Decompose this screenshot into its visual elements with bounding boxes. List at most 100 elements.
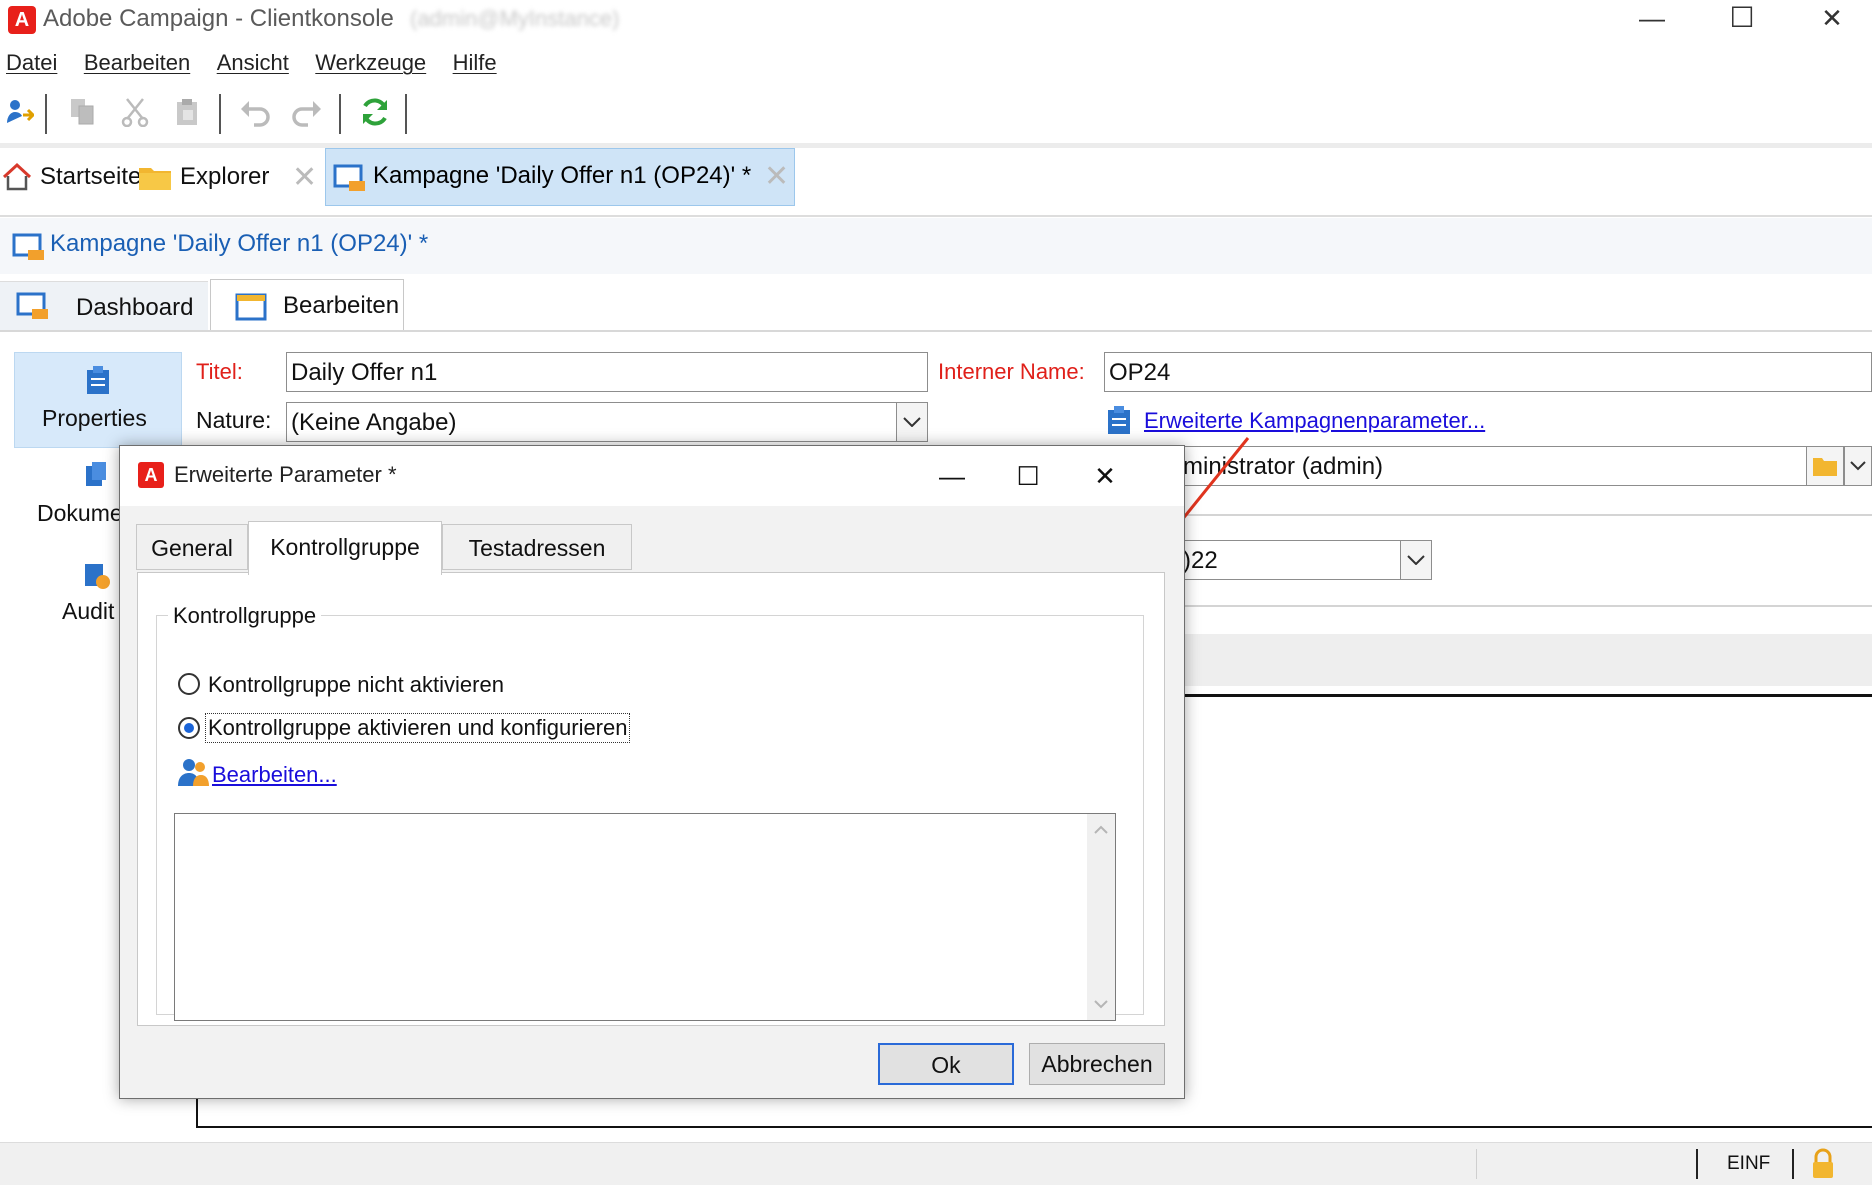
ok-button[interactable]: Ok	[878, 1043, 1014, 1085]
folder-icon[interactable]	[1806, 446, 1844, 486]
document-icon	[86, 462, 106, 486]
edit-form-icon	[235, 293, 267, 321]
close-campaign-tab-icon[interactable]: ✕	[764, 159, 789, 194]
nav-label-audit[interactable]: Audit	[62, 598, 114, 625]
dashboard-icon	[16, 292, 48, 319]
divider	[1178, 514, 1872, 516]
nav-audit[interactable]	[80, 558, 120, 592]
advanced-parameters-dialog: A Erweiterte Parameter * — ☐ ✕ General K…	[119, 445, 1185, 1099]
new-user-icon[interactable]	[0, 92, 38, 132]
undo-icon[interactable]	[236, 92, 274, 132]
subtab-label: Dashboard	[76, 294, 194, 321]
cut-icon[interactable]	[116, 92, 154, 132]
tab-label: Startseite	[40, 163, 142, 190]
subtab-label: Bearbeiten	[283, 292, 400, 319]
redo-icon[interactable]	[288, 92, 326, 132]
minimize-button[interactable]: —	[1622, 2, 1682, 34]
tabs-divider	[0, 215, 1872, 217]
close-explorer-tab-icon[interactable]: ✕	[292, 148, 317, 206]
nature-select[interactable]: (Keine Angabe)	[286, 402, 928, 442]
chevron-down-icon[interactable]	[1844, 446, 1872, 486]
toolbar-separator	[339, 94, 341, 134]
campaign-icon	[12, 233, 44, 260]
nav-properties[interactable]: Properties	[14, 352, 182, 448]
menu-bar: Datei Bearbeiten Ansicht Werkzeuge Hilfe	[6, 50, 519, 84]
dialog-maximize-button[interactable]: ☐	[1003, 456, 1053, 496]
operator-input[interactable]: ministrator (admin)	[1178, 446, 1806, 486]
dialog-title: Erweiterte Parameter *	[174, 462, 397, 487]
dialog-minimize-button[interactable]: —	[927, 456, 977, 496]
internal-name-label: Interner Name:	[938, 359, 1085, 384]
nature-value: (Keine Angabe)	[291, 409, 457, 436]
tab-kontrollgruppe[interactable]: Kontrollgruppe	[248, 521, 442, 575]
menu-datei[interactable]: Datei	[6, 50, 57, 76]
radio-label[interactable]: Kontrollgruppe nicht aktivieren	[208, 672, 504, 698]
dialog-close-button[interactable]: ✕	[1080, 456, 1130, 496]
dialog-title-bar: A Erweiterte Parameter * — ☐ ✕	[120, 446, 1184, 506]
menu-werkzeuge[interactable]: Werkzeuge	[315, 50, 426, 76]
clipboard-icon	[87, 366, 109, 394]
subtabs-divider	[0, 330, 1872, 332]
status-separator	[1792, 1149, 1794, 1179]
campaign-icon	[333, 164, 365, 191]
user-instance-label: (admin@MyInstance)	[410, 6, 620, 31]
tab-page: Kontrollgruppe Kontrollgruppe nicht akti…	[137, 572, 1165, 1026]
status-separator	[1696, 1149, 1698, 1179]
tab-general[interactable]: General	[136, 524, 248, 570]
nav-label-documents[interactable]: Dokume	[37, 500, 123, 527]
group-legend: Kontrollgruppe	[168, 603, 322, 629]
radio-kontrollgruppe-off[interactable]	[178, 673, 200, 695]
adobe-logo-icon: A	[8, 6, 36, 34]
menu-ansicht[interactable]: Ansicht	[217, 50, 289, 76]
insert-mode-indicator: EINF	[1727, 1153, 1771, 1174]
toolbar-separator	[45, 94, 47, 134]
close-button[interactable]: ✕	[1802, 2, 1862, 34]
nature-label: Nature:	[196, 407, 272, 433]
nav-label: Properties	[42, 405, 147, 431]
lock-icon	[1813, 1148, 1833, 1178]
maximize-button[interactable]: ☐	[1712, 2, 1772, 34]
scrollbar[interactable]	[1087, 814, 1115, 1020]
adobe-logo-icon: A	[138, 462, 164, 488]
chevron-up-icon[interactable]	[1094, 824, 1108, 834]
section-band	[1178, 634, 1872, 686]
menu-hilfe[interactable]: Hilfe	[453, 50, 497, 76]
tab-label: Explorer	[180, 163, 270, 190]
cancel-button[interactable]: Abbrechen	[1029, 1043, 1165, 1085]
tab-campaign[interactable]: Kampagne 'Daily Offer n1 (OP24)' * ✕	[325, 148, 795, 206]
tab-label: Kampagne 'Daily Offer n1 (OP24)' *	[373, 162, 752, 189]
tab-testadressen[interactable]: Testadressen	[442, 524, 632, 570]
copy-icon[interactable]	[64, 92, 102, 132]
users-icon	[178, 759, 209, 786]
tab-explorer[interactable]: Explorer	[138, 148, 269, 206]
title-label: Titel:	[196, 359, 243, 384]
radio-label[interactable]: Kontrollgruppe aktivieren und konfigurie…	[204, 713, 631, 743]
edit-control-group-link[interactable]: Bearbeiten...	[212, 762, 337, 788]
toolbar-separator	[219, 94, 221, 134]
document-tabs: Startseite Explorer ✕ Kampagne 'Daily Of…	[0, 148, 1872, 216]
status-separator	[1476, 1149, 1477, 1179]
divider	[196, 1126, 1872, 1128]
refresh-icon[interactable]	[356, 92, 394, 132]
toolbar	[0, 92, 1872, 136]
toolbar-separator	[405, 94, 407, 134]
internal-name-input[interactable]: OP24	[1104, 352, 1872, 392]
menu-bearbeiten[interactable]: Bearbeiten	[84, 50, 190, 76]
subtab-bearbeiten[interactable]: Bearbeiten	[210, 279, 404, 332]
chevron-down-icon[interactable]	[1400, 541, 1431, 579]
folder-icon	[139, 168, 171, 190]
audit-icon	[85, 564, 110, 589]
control-group-textarea[interactable]	[174, 813, 1116, 1021]
subtab-dashboard[interactable]: Dashboard	[0, 281, 208, 332]
paste-icon[interactable]	[168, 92, 206, 132]
divider	[1178, 694, 1872, 697]
tab-startseite[interactable]: Startseite	[2, 148, 141, 206]
title-input[interactable]: Daily Offer n1	[286, 352, 928, 392]
campaign-title: Kampagne 'Daily Offer n1 (OP24)' *	[50, 230, 429, 257]
radio-kontrollgruppe-on[interactable]	[178, 717, 200, 739]
title-bar: A Adobe Campaign - Clientkonsole (admin@…	[0, 0, 1872, 38]
chevron-down-icon[interactable]	[896, 403, 927, 441]
home-icon	[2, 162, 32, 191]
status-bar: EINF	[0, 1142, 1872, 1185]
chevron-down-icon[interactable]	[1094, 1000, 1108, 1010]
